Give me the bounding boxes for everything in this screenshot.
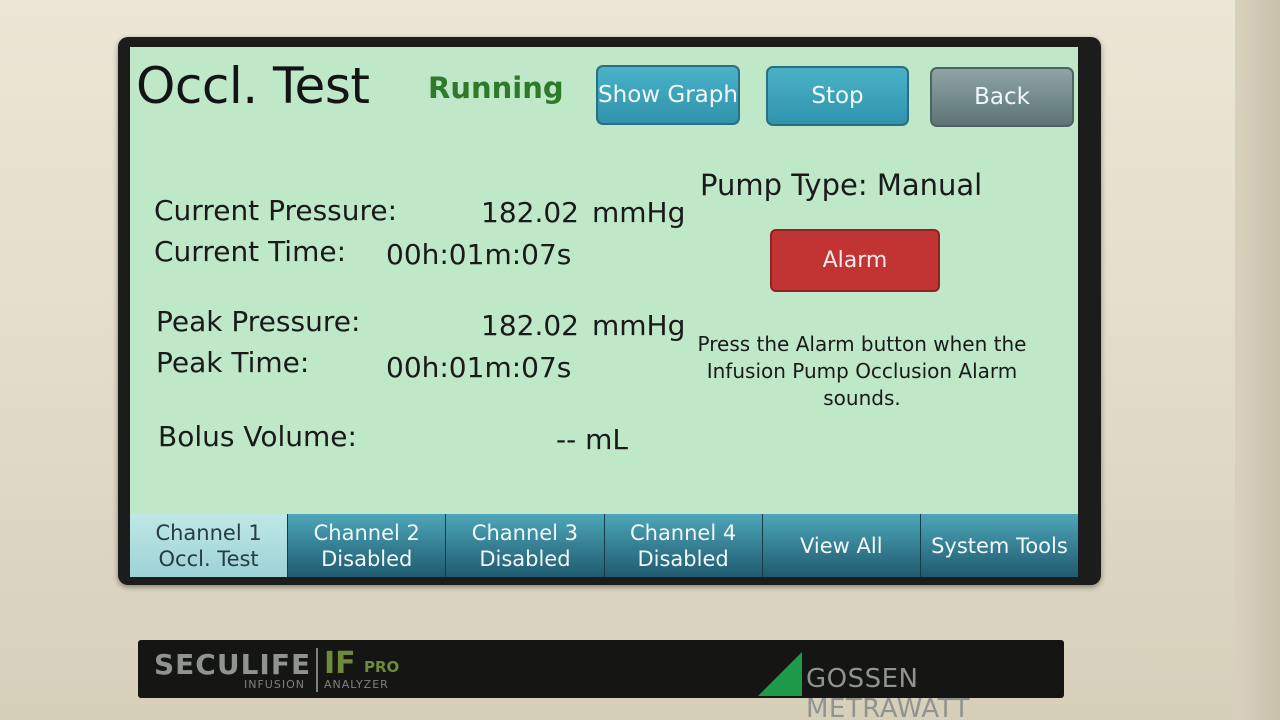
show-graph-button[interactable]: Show Graph: [596, 65, 740, 125]
brand-strip: SECULIFE INFUSION IF PRO ANALYZER GOSSEN…: [138, 640, 1064, 720]
bolus-volume-value: -- mL: [556, 423, 628, 456]
tab-label: Channel 2: [313, 520, 420, 545]
current-time-value: 00h:01m:07s: [386, 238, 572, 271]
peak-time-value: 00h:01m:07s: [386, 351, 572, 384]
current-pressure-label: Current Pressure:: [154, 194, 398, 227]
test-status: Running: [428, 71, 564, 105]
tab-sublabel: Disabled: [321, 546, 413, 571]
peak-time-label: Peak Time:: [156, 346, 310, 379]
tab-view-all[interactable]: View All: [763, 514, 921, 577]
tab-label: Channel 1: [155, 520, 262, 545]
device-casing-edge: [1235, 0, 1280, 720]
tab-channel-4[interactable]: Channel 4 Disabled: [605, 514, 763, 577]
current-pressure-unit: mmHg: [592, 196, 686, 229]
brand-if-logo: IF: [324, 646, 356, 681]
tab-label: Channel 3: [471, 520, 579, 545]
peak-pressure-label: Peak Pressure:: [156, 305, 361, 338]
tab-channel-2[interactable]: Channel 2 Disabled: [288, 514, 447, 577]
touch-screen: Occl. Test Running Show Graph Stop Back …: [130, 47, 1078, 577]
brand-infusion-text: INFUSION: [244, 678, 305, 691]
peak-pressure-value: 182.02: [481, 309, 579, 342]
tab-label: System Tools: [931, 533, 1068, 558]
page-title: Occl. Test: [136, 57, 370, 115]
bolus-volume-label: Bolus Volume:: [158, 420, 357, 453]
current-time-label: Current Time:: [154, 235, 347, 268]
tab-channel-1[interactable]: Channel 1 Occl. Test: [130, 514, 289, 577]
peak-pressure-unit: mmHg: [592, 309, 686, 342]
brand-pro-text: PRO: [364, 658, 400, 676]
tab-label: View All: [800, 533, 883, 558]
tab-sublabel: Occl. Test: [158, 546, 259, 571]
triangle-logo-icon: [758, 652, 802, 696]
tab-sublabel: Disabled: [479, 546, 571, 571]
alarm-hint: Press the Alarm button when the Infusion…: [697, 332, 1027, 410]
back-button[interactable]: Back: [930, 67, 1074, 127]
pump-type: Pump Type: Manual: [700, 168, 983, 202]
tab-label: Channel 4: [629, 520, 737, 545]
stop-button[interactable]: Stop: [766, 66, 909, 126]
channel-tab-bar: Channel 1 Occl. Test Channel 2 Disabled …: [130, 514, 1078, 577]
tab-sublabel: Disabled: [637, 546, 729, 571]
tab-system-tools[interactable]: System Tools: [921, 514, 1078, 577]
alarm-button[interactable]: Alarm: [770, 229, 940, 292]
brand-analyzer-text: ANALYZER: [324, 678, 389, 691]
current-pressure-value: 182.02: [481, 196, 579, 229]
tab-channel-3[interactable]: Channel 3 Disabled: [446, 514, 605, 577]
brand-seculife-logo: SECULIFE: [154, 648, 312, 681]
brand-maker-logo: GOSSEN METRAWATT: [806, 664, 970, 720]
brand-divider: [316, 648, 318, 692]
